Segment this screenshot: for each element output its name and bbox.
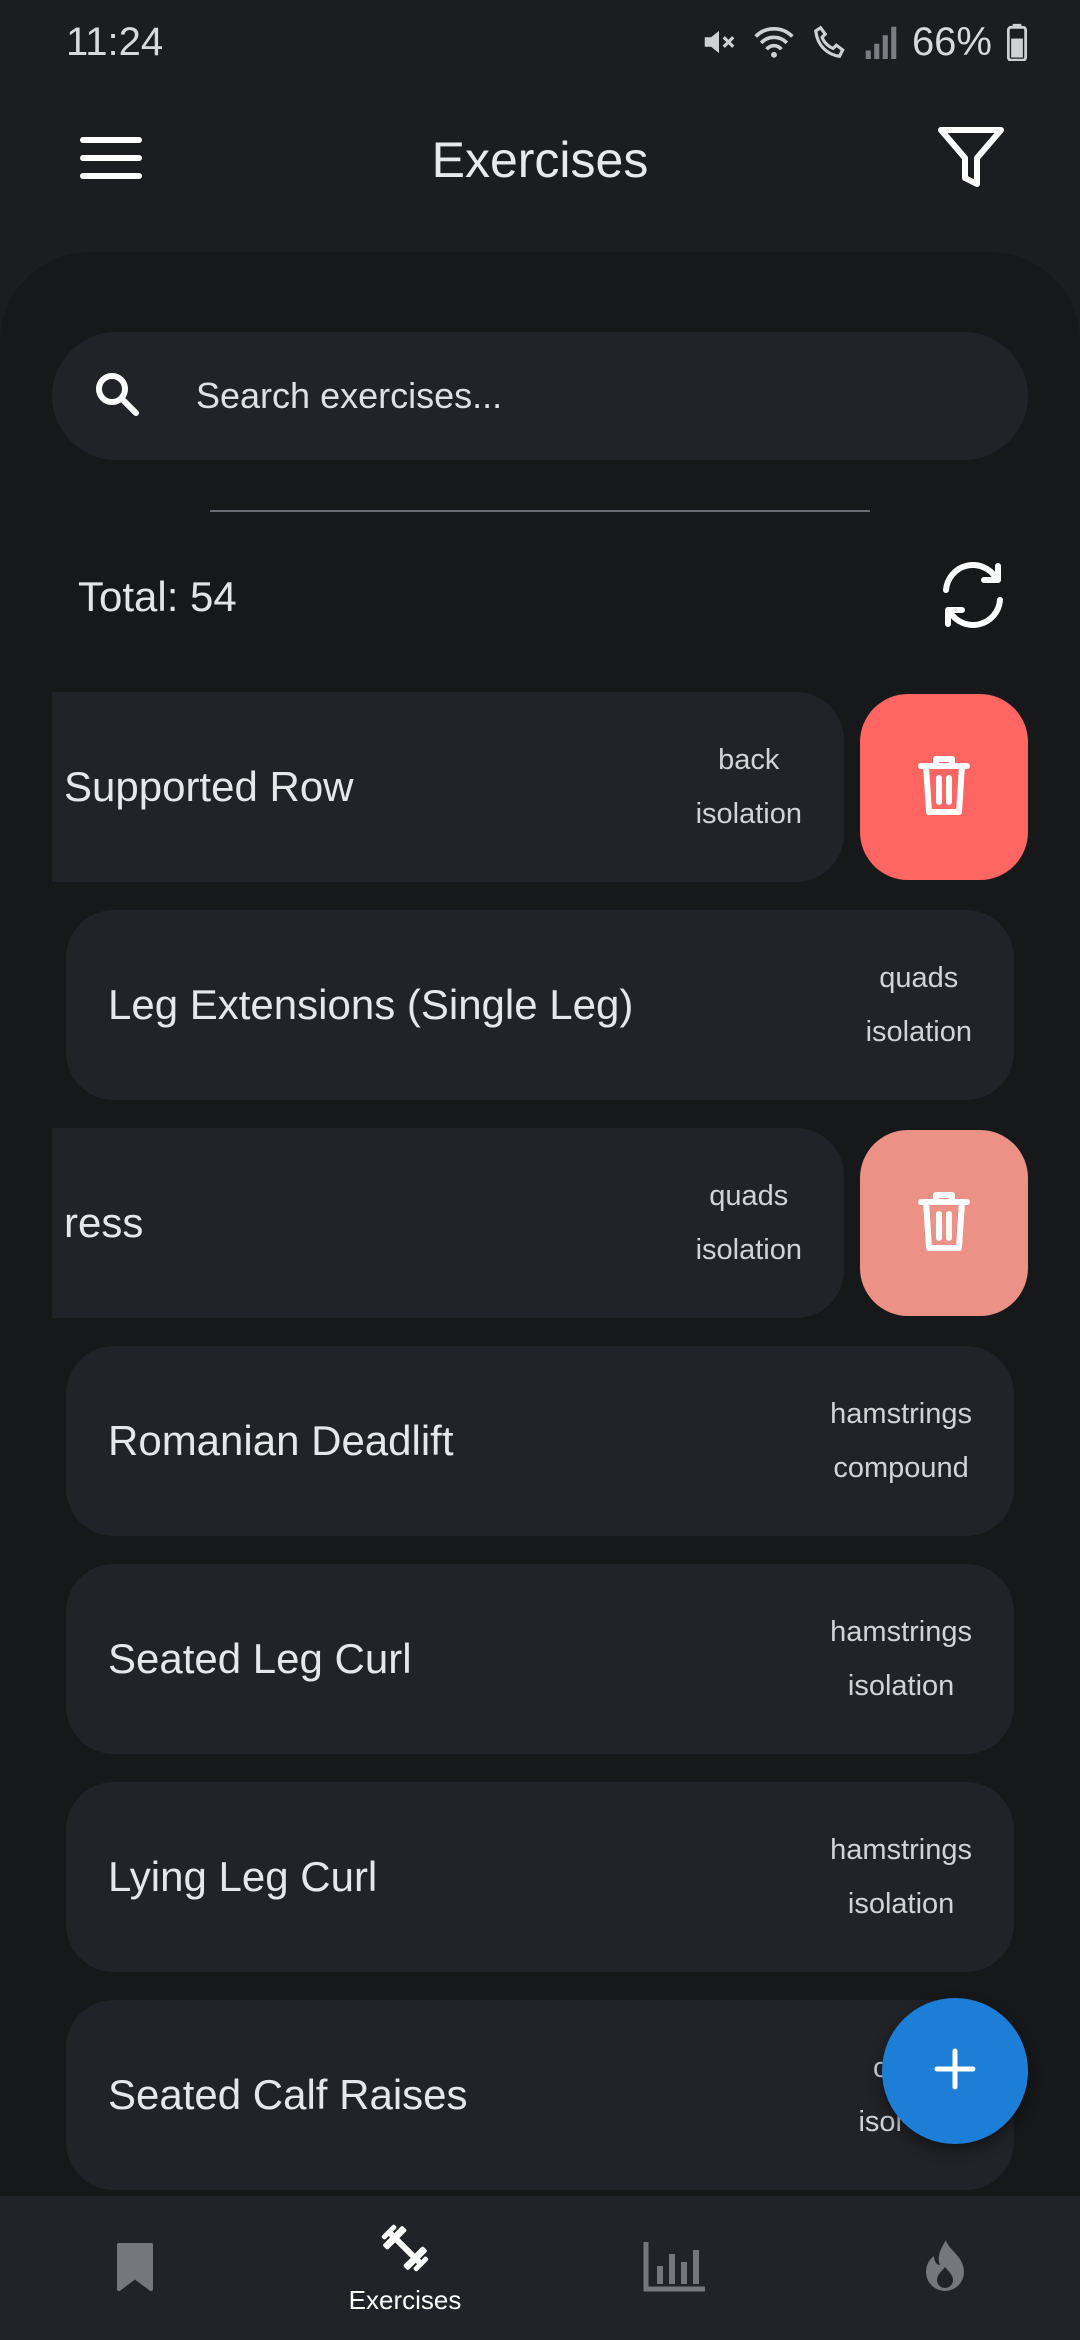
exercise-name: Seated Leg Curl [108,1635,412,1682]
exercise-tags: hamstrings compound [830,1387,972,1495]
exercise-name: Romanian Deadlift [108,1417,454,1464]
barbell-icon [377,2220,433,2281]
exercise-row: Seated Leg Curl hamstrings isolation [0,1564,1080,1756]
exercise-tags: quads isolation [696,1169,802,1277]
battery-text: 66% [911,19,992,64]
exercise-row: Romanian Deadlift hamstrings compound [0,1346,1080,1538]
delete-button[interactable] [860,694,1028,880]
exercise-row: ress quads isolation [0,1128,1080,1320]
exercise-tags: hamstrings isolation [830,1823,972,1931]
bar-chart-icon [643,2240,707,2297]
content-sheet: Search exercises... Total: 54 Supported [0,252,1080,2196]
nav-item-streak[interactable] [810,2196,1080,2340]
filter-icon [937,126,1005,195]
exercise-card[interactable]: Supported Row back isolation [52,692,844,882]
exercise-muscle: back [718,744,780,776]
filter-button[interactable] [926,115,1016,205]
exercise-tags: back isolation [696,733,802,841]
status-time: 11:24 [66,19,164,64]
exercise-type: compound [833,1452,969,1484]
delete-button[interactable] [860,1130,1028,1316]
bookmark-icon [115,2241,155,2296]
summary-row: Total: 54 [78,542,1018,652]
plus-icon [933,2047,977,2096]
exercise-row: Leg Extensions (Single Leg) quads isolat… [0,910,1080,1102]
battery-icon [1006,23,1028,61]
hamburger-menu-icon [80,135,142,186]
add-exercise-button[interactable] [882,1998,1028,2144]
exercise-type: isolation [847,1670,955,1702]
trash-icon [917,1190,971,1257]
exercise-card[interactable]: Seated Leg Curl hamstrings isolation [66,1564,1014,1754]
exercise-muscle: hamstrings [830,1398,972,1430]
wifi-icon [752,23,796,61]
exercise-muscle: quads [879,962,959,994]
exercise-name: ress [64,1199,144,1246]
signal-icon [864,23,898,61]
page-title: Exercises [431,132,649,188]
exercise-name: Supported Row [64,763,354,810]
mute-icon [700,23,738,61]
refresh-button[interactable] [928,552,1018,642]
nav-item-exercises[interactable]: Exercises [270,2196,540,2340]
exercise-card[interactable]: ress quads isolation [52,1128,844,1318]
exercise-name: Seated Calf Raises [108,2071,468,2118]
top-app-bar: Exercises [0,84,1080,236]
divider [210,510,870,512]
exercise-card[interactable]: Seated Calf Raises c isol [66,2000,1014,2190]
exercise-muscle: hamstrings [830,1616,972,1648]
exercise-card[interactable]: Romanian Deadlift hamstrings compound [66,1346,1014,1536]
bottom-navigation: Exercises [0,2196,1080,2340]
search-icon [92,369,142,424]
call-icon [810,23,850,61]
exercise-type: isolation [865,1016,972,1048]
exercise-type: isolation [695,798,802,830]
search-input[interactable]: Search exercises... [196,375,502,417]
nav-item-stats[interactable] [540,2196,810,2340]
trash-icon [917,754,971,821]
exercise-tags: quads isolation [866,951,972,1059]
exercise-type: isolation [847,1888,955,1920]
menu-button[interactable] [66,115,156,205]
nav-item-bookmarks[interactable] [0,2196,270,2340]
exercise-card[interactable]: Leg Extensions (Single Leg) quads isolat… [66,910,1014,1100]
status-icons: 66% [700,20,1028,65]
exercise-tags: hamstrings isolation [830,1605,972,1713]
refresh-icon [936,561,1010,633]
exercise-name: Leg Extensions (Single Leg) [108,981,634,1028]
search-field[interactable]: Search exercises... [52,332,1028,460]
app-root: 11:24 66% Exercises Search exercises... … [0,0,1080,2340]
exercise-card[interactable]: Lying Leg Curl hamstrings isolation [66,1782,1014,1972]
exercise-muscle: quads [709,1180,789,1212]
flame-icon [922,2238,968,2299]
exercise-row: Lying Leg Curl hamstrings isolation [0,1782,1080,1974]
exercise-row: Supported Row back isolation [0,692,1080,884]
nav-label-exercises: Exercises [348,2285,462,2315]
exercise-type: isolation [695,1234,802,1266]
status-bar: 11:24 66% [0,0,1080,84]
total-count: Total: 54 [78,573,237,620]
exercise-name: Lying Leg Curl [108,1853,378,1900]
exercise-muscle: hamstrings [830,1834,972,1866]
